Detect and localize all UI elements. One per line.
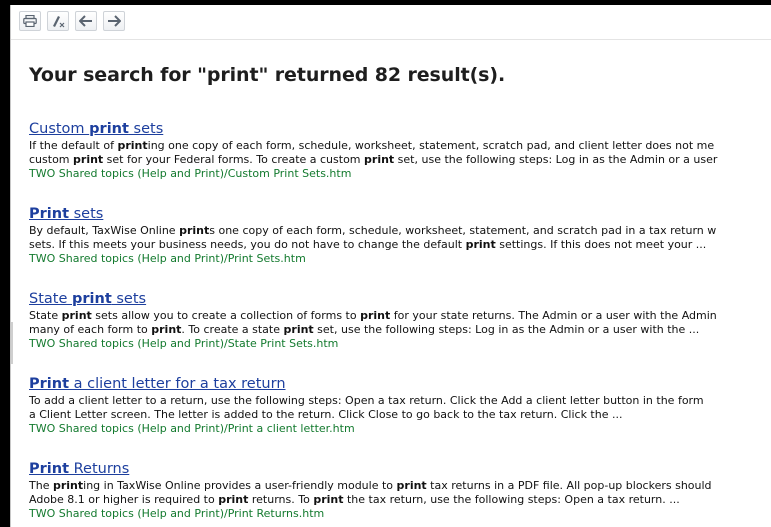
- clear-highlight-icon: [53, 16, 65, 28]
- result-snippet-line: To add a client letter to a return, use …: [29, 394, 704, 407]
- result-path: TWO Shared topics (Help and Print)/Print…: [29, 252, 306, 265]
- search-result: State print sets State print sets allow y…: [29, 289, 771, 374]
- forward-button[interactable]: [103, 11, 125, 31]
- search-results-heading: Your search for "print" returned 82 resu…: [29, 64, 506, 86]
- result-path: TWO Shared topics (Help and Print)/Print…: [29, 507, 325, 520]
- search-result: Print Returns The printing in TaxWise Onl…: [29, 459, 771, 527]
- help-toolbar: [19, 11, 125, 33]
- toolbar-divider: [11, 39, 771, 40]
- result-title-link[interactable]: Custom print sets: [29, 119, 771, 139]
- back-button[interactable]: [75, 11, 97, 31]
- result-snippet-line: If the default of printing one copy of e…: [29, 139, 715, 152]
- help-search-pane: Your search for "print" returned 82 resu…: [10, 5, 771, 527]
- result-snippet-line: sets. If this meets your business needs,…: [29, 238, 707, 251]
- result-path: TWO Shared topics (Help and Print)/Print…: [29, 422, 355, 435]
- result-path: TWO Shared topics (Help and Print)/Custo…: [29, 167, 352, 180]
- result-title-link[interactable]: State print sets: [29, 289, 771, 309]
- print-icon: [23, 15, 37, 27]
- back-icon: [79, 15, 92, 27]
- result-snippet-line: Adobe 8.1 or higher is required to print…: [29, 493, 680, 506]
- result-snippet-line: a Client Letter screen. The letter is ad…: [29, 408, 623, 421]
- result-title-link[interactable]: Print sets: [29, 204, 771, 224]
- search-result: Print sets By default, TaxWise Online pri…: [29, 204, 771, 289]
- result-snippet-line: many of each form to print. To create a …: [29, 323, 700, 336]
- result-title-link[interactable]: Print Returns: [29, 459, 771, 479]
- search-result: Custom print sets If the default of print…: [29, 119, 771, 204]
- result-snippet-line: By default, TaxWise Online prints one co…: [29, 224, 717, 237]
- scroll-edge: [11, 322, 13, 364]
- print-button[interactable]: [19, 11, 41, 31]
- result-snippet-line: State print sets allow you to create a c…: [29, 309, 717, 322]
- result-path: TWO Shared topics (Help and Print)/State…: [29, 337, 339, 350]
- remove-highlight-button[interactable]: [47, 11, 69, 31]
- search-result: Print a client letter for a tax return To…: [29, 374, 771, 459]
- result-snippet-line: The printing in TaxWise Online provides …: [29, 479, 712, 492]
- result-snippet-line: custom print set for your Federal forms.…: [29, 153, 718, 166]
- forward-icon: [108, 15, 121, 27]
- search-results-list: Custom print sets If the default of print…: [29, 119, 771, 527]
- result-title-link[interactable]: Print a client letter for a tax return: [29, 374, 771, 394]
